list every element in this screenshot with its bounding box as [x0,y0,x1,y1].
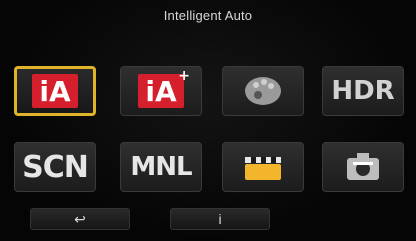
mode-tile-manual[interactable]: MNL [120,142,202,192]
return-arrow-icon: ↩ [74,210,86,227]
mode-label-ia-plus: iA [145,74,177,108]
info-icon: i [218,211,222,227]
mode-tile-hdr[interactable]: HDR [322,66,404,116]
camera-mode-screen: Intelligent Auto iA iA + HDR SCN MNL ↩ i [0,0,416,241]
mode-label-hdr: HDR [331,76,395,106]
mode-tile-ia[interactable]: iA [14,66,96,116]
ia-icon: iA [32,74,78,108]
page-title: Intelligent Auto [163,8,253,23]
mode-tile-ia-plus[interactable]: iA + [120,66,202,116]
clapper-icon [245,157,281,180]
mode-tile-scn[interactable]: SCN [14,142,96,192]
mode-label-scn: SCN [22,149,89,185]
mode-tile-custom[interactable] [322,142,404,192]
camera-custom-icon [347,153,379,180]
mode-label-ia: iA [39,74,71,108]
mode-tile-creative[interactable] [222,66,304,116]
info-button[interactable]: i [170,208,270,230]
palette-icon [245,77,281,105]
ia-plus-icon: iA + [138,68,190,108]
back-button[interactable]: ↩ [30,208,130,230]
mode-label-manual: MNL [130,152,192,182]
plus-icon: + [178,68,190,84]
mode-tile-movie[interactable] [222,142,304,192]
